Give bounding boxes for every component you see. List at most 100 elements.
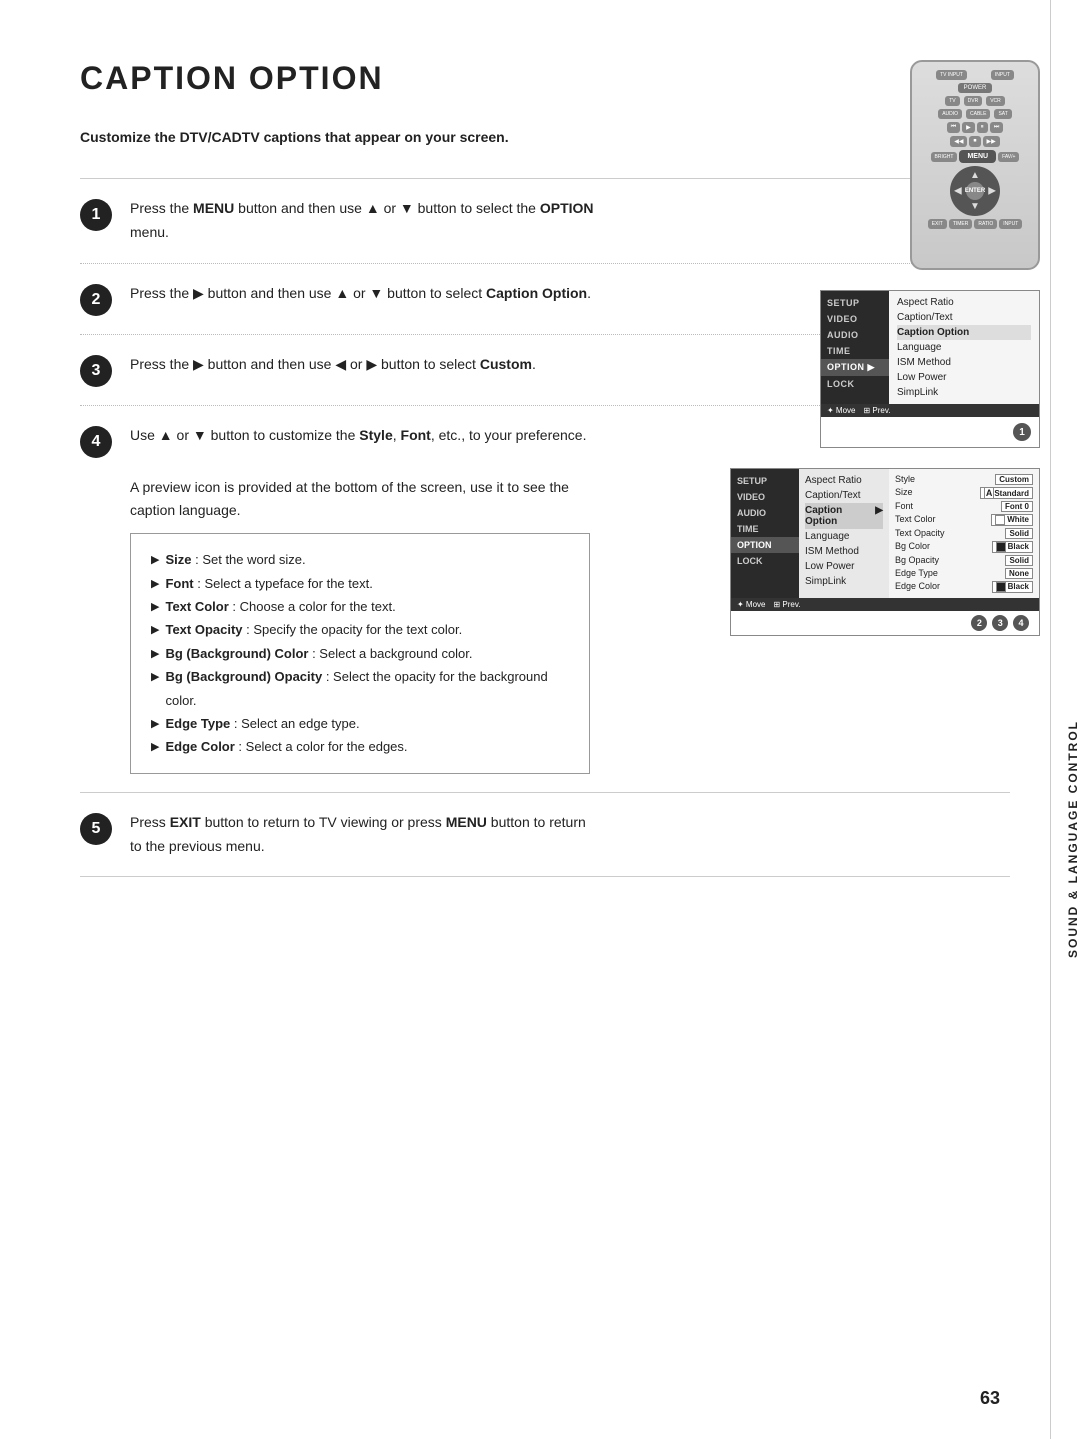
menu1-option: OPTION ▶ <box>821 359 889 376</box>
menu2-edgetype-row: Edge Type None <box>895 567 1033 580</box>
bullet-arrow-bgcolor: ▶ <box>151 645 159 665</box>
remote-nav-left: ◀ <box>954 186 962 197</box>
edgecolor-swatch <box>996 582 1006 592</box>
remote-nav-down: ▼ <box>970 201 980 212</box>
page-container: CAPTION OPTION Customize the DTV/CADTV c… <box>0 0 1080 1439</box>
remote-pause: ⏸ <box>977 122 988 133</box>
menu2-bottombar: ✦ Move ⊞ Prev. <box>731 598 1039 611</box>
remote-cable-btn: CABLE <box>966 109 990 119</box>
menu2-bgcolor-label: Bg Color <box>895 541 930 553</box>
remote-sat-btn: SAT <box>994 109 1011 119</box>
bullet-font-text: Font : Select a typeface for the text. <box>165 572 372 595</box>
menu2-textopacity-row: Text Opacity Solid <box>895 527 1033 540</box>
remote-top-row: TV INPUT INPUT <box>936 70 1014 80</box>
remote-power-btn: POWER <box>958 83 993 93</box>
step-1-text: Press the MENU button and then use ▲ or … <box>130 197 600 245</box>
menu2-option: OPTION <box>731 537 799 553</box>
step-circle-5: 5 <box>80 813 112 845</box>
menu2-textcolor-row: Text Color White <box>895 513 1033 527</box>
menu2-style-val: Custom <box>995 474 1033 485</box>
menu-panel-1-inner: SETUP VIDEO AUDIO TIME OPTION ▶ LOCK Asp… <box>821 291 1039 404</box>
bullet-arrow-font: ▶ <box>151 575 159 595</box>
step-2: 2 Press the ▶ button and then use ▲ or ▼… <box>80 282 600 316</box>
bullet-arrow-textcolor: ▶ <box>151 598 159 618</box>
menu2-bgopacity-val: Solid <box>1005 555 1033 566</box>
side-label-container: SOUND & LANGUAGE CONTROL <box>1050 0 1080 1439</box>
step-1: 1 Press the MENU button and then use ▲ o… <box>80 197 600 245</box>
bullet-textcolor: ▶ Text Color : Choose a color for the te… <box>151 595 569 618</box>
step-circle-1: 1 <box>80 199 112 231</box>
remote-control: TV INPUT INPUT POWER TV DVR VCR AUDIO CA… <box>910 60 1040 270</box>
menu1-lowpower: Low Power <box>897 370 1031 385</box>
menu1-aspect: Aspect Ratio <box>897 295 1031 310</box>
menu2-ism: ISM Method <box>805 544 883 559</box>
bullet-bgcolor: ▶ Bg (Background) Color : Select a backg… <box>151 642 569 665</box>
bullet-edgetype-text: Edge Type : Select an edge type. <box>165 712 359 735</box>
menu1-lock: LOCK <box>821 376 889 392</box>
bullet-textopacity-text: Text Opacity : Specify the opacity for t… <box>165 618 462 641</box>
remote-nav-circle: ▲ ▼ ◀ ▶ ENTER <box>950 166 1000 216</box>
menu2-textopacity-label: Text Opacity <box>895 528 945 539</box>
menu2-simplink: SimpLink <box>805 574 883 589</box>
menu2-textcolor-val: White <box>991 514 1033 526</box>
remote-ratio-btn: RATIO <box>974 219 997 229</box>
step-2-text: Press the ▶ button and then use ▲ or ▼ b… <box>130 282 591 306</box>
menu1-prev: ⊞ Prev. <box>864 406 891 415</box>
remote-menu-row: BRIGHT MENU FAV/+ <box>931 150 1020 163</box>
side-label: SOUND & LANGUAGE CONTROL <box>1066 720 1080 958</box>
menu2-edgecolor-label: Edge Color <box>895 581 940 593</box>
bullet-edgetype: ▶ Edge Type : Select an edge type. <box>151 712 569 735</box>
remote-timer-btn: TIMER <box>949 219 973 229</box>
menu2-edgecolor-val: Black <box>992 581 1033 593</box>
menu1-captiontext: Caption/Text <box>897 310 1031 325</box>
step-circle-4: 4 <box>80 426 112 458</box>
menu2-captionoption-arrow: ▶ <box>875 505 883 527</box>
remote-dvr-btn: DVR <box>964 96 983 106</box>
bullet-box: ▶ Size : Set the word size. ▶ Font : Sel… <box>130 533 590 774</box>
menu2-size-label: Size <box>895 487 913 499</box>
menu2-right: Style Custom Size AStandard Font Font 0 … <box>889 469 1039 598</box>
menu2-video: VIDEO <box>731 489 799 505</box>
remote-enter-btn: ENTER <box>966 182 984 200</box>
menu2-left: SETUP VIDEO AUDIO TIME OPTION LOCK <box>731 469 799 598</box>
remote-exit-row: EXIT TIMER RATIO INPUT <box>928 219 1023 229</box>
remote-tv-btn: TV <box>945 96 959 106</box>
remote-vol-down: ◀◀ <box>950 136 967 147</box>
bullet-edgecolor: ▶ Edge Color : Select a color for the ed… <box>151 735 569 758</box>
right-column: TV INPUT INPUT POWER TV DVR VCR AUDIO CA… <box>730 60 1040 636</box>
menu1-audio: AUDIO <box>821 327 889 343</box>
menu2-edgetype-val: None <box>1005 568 1033 579</box>
remote-stop: ⏹ <box>969 136 980 147</box>
remote-audio-btn: AUDIO <box>938 109 962 119</box>
menu2-style-row: Style Custom <box>895 473 1033 486</box>
remote-input2-btn: INPUT <box>999 219 1022 229</box>
bullet-size: ▶ Size : Set the word size. <box>151 548 569 571</box>
menu2-bgopacity-label: Bg Opacity <box>895 555 939 566</box>
menu2-captiontext: Caption/Text <box>805 488 883 503</box>
step-5-text: Press EXIT button to return to TV viewin… <box>130 811 600 859</box>
remote-play: ▶ <box>962 122 975 133</box>
menu2-textcolor-label: Text Color <box>895 514 936 526</box>
bullet-arrow-edgecolor: ▶ <box>151 738 159 758</box>
menu2-textopacity-val: Solid <box>1005 528 1033 539</box>
menu2-setup: SETUP <box>731 473 799 489</box>
step-4-text: Use ▲ or ▼ button to customize the Style… <box>130 424 586 448</box>
divider-5 <box>80 876 1010 877</box>
menu2-aspect: Aspect Ratio <box>805 473 883 488</box>
bullet-bgcolor-text: Bg (Background) Color : Select a backgro… <box>165 642 472 665</box>
menu1-bottombar: ✦ Move ⊞ Prev. <box>821 404 1039 417</box>
menu1-setup: SETUP <box>821 295 889 311</box>
menu1-simplink: SimpLink <box>897 385 1031 400</box>
remote-tv-input: TV INPUT <box>936 70 967 80</box>
menu2-edgecolor-row: Edge Color Black <box>895 580 1033 594</box>
remote-nav-right: ▶ <box>988 186 996 197</box>
bullet-arrow-textopacity: ▶ <box>151 621 159 641</box>
remote-vcr-btn: VCR <box>986 96 1005 106</box>
bullet-edgecolor-text: Edge Color : Select a color for the edge… <box>165 735 407 758</box>
menu1-captionoption: Caption Option <box>897 325 1031 340</box>
step-5: 5 Press EXIT button to return to TV view… <box>80 811 600 859</box>
menu2-audio: AUDIO <box>731 505 799 521</box>
remote-playback-row: ⏮ ▶ ⏸ ⏭ <box>947 122 1003 133</box>
menu2-style-label: Style <box>895 474 915 485</box>
menu-panel-1: SETUP VIDEO AUDIO TIME OPTION ▶ LOCK Asp… <box>820 290 1040 448</box>
